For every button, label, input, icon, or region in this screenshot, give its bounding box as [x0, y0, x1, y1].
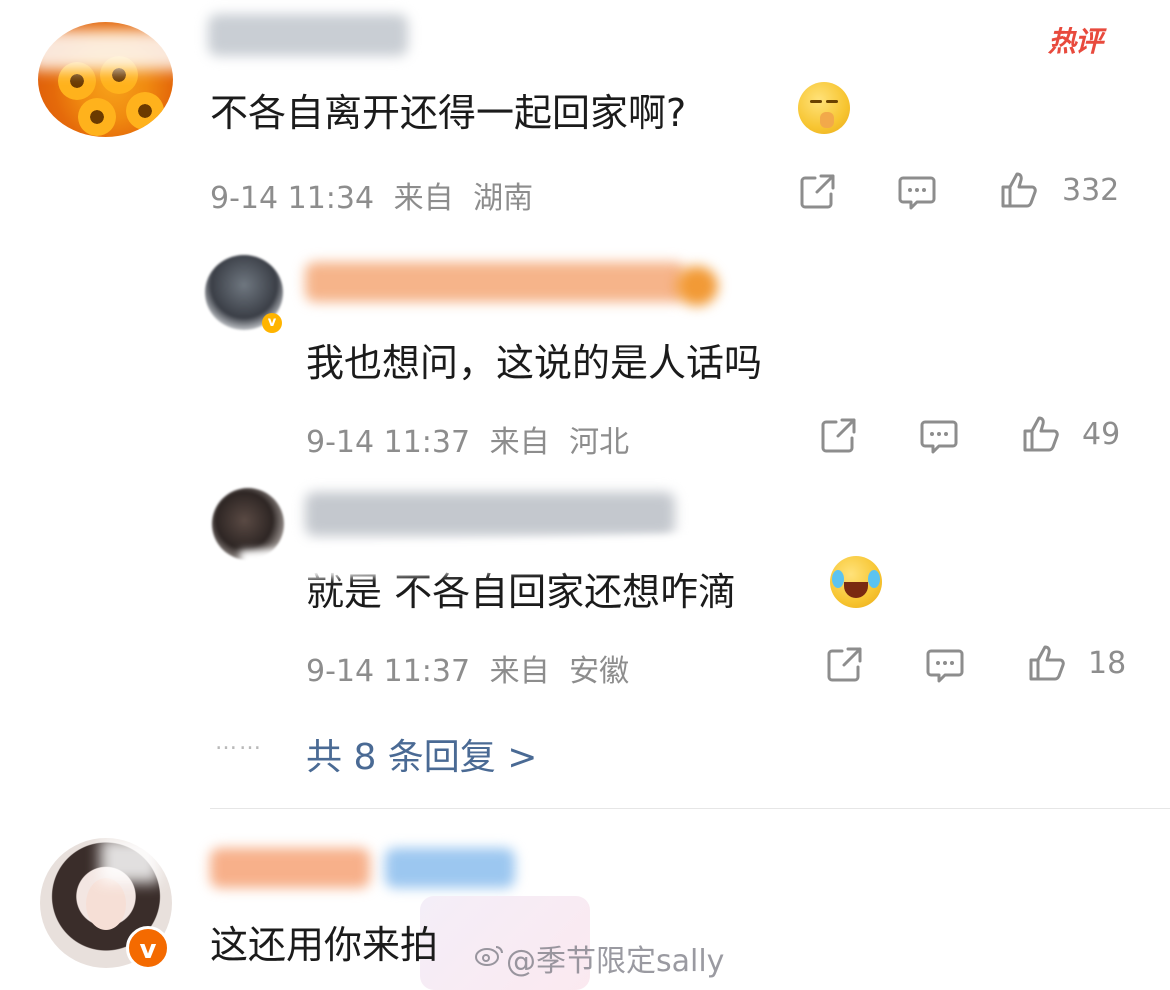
like-count: 18 [1088, 646, 1127, 681]
username-blurred[interactable] [210, 848, 370, 888]
reply-location: 安徽 [569, 654, 630, 689]
replies-ellipsis: …… [215, 730, 263, 755]
laugh-cry-emoji-icon [830, 556, 882, 608]
share-icon[interactable] [823, 645, 865, 685]
username-blurred[interactable] [208, 14, 408, 56]
watermark: @季节限定sally [506, 944, 725, 979]
reply-time: 9-14 11:37 [306, 654, 471, 689]
divider [210, 808, 1170, 809]
like-icon[interactable] [1026, 643, 1068, 683]
share-icon[interactable] [817, 416, 859, 456]
comment-meta: 9-14 11:34 来自 湖南 [210, 173, 533, 217]
reply-text: 我也想问，这说的是人话吗 [306, 341, 763, 385]
shush-emoji-icon [798, 82, 850, 134]
view-all-replies-link[interactable]: 共 8 条回复 > [306, 728, 537, 780]
from-label: 来自 [489, 654, 550, 689]
reply-icon[interactable] [896, 172, 938, 212]
reply-time: 9-14 11:37 [306, 425, 471, 460]
reply-meta: 9-14 11:37 来自 河北 [306, 417, 629, 461]
comment-text: 这还用你来拍 [210, 923, 439, 967]
username-blurred[interactable] [305, 492, 675, 536]
from-label: 来自 [489, 425, 550, 460]
verified-icon: v [126, 926, 170, 970]
like-icon[interactable] [1020, 414, 1062, 454]
from-label: 来自 [393, 181, 454, 216]
hot-comment-badge: 热评 [1048, 25, 1103, 58]
verified-icon: v [262, 313, 282, 333]
comment-time: 9-14 11:34 [210, 181, 375, 216]
reply-location: 河北 [569, 425, 630, 460]
username-blurred[interactable] [305, 262, 685, 302]
member-badge-icon [676, 266, 718, 306]
member-badge-icon [385, 848, 515, 888]
reply-icon[interactable] [918, 416, 960, 456]
like-count: 332 [1062, 173, 1120, 208]
weibo-logo-icon [475, 946, 503, 966]
share-icon[interactable] [796, 172, 838, 212]
like-count: 49 [1082, 417, 1121, 452]
like-icon[interactable] [998, 170, 1040, 210]
comment-location: 湖南 [473, 181, 534, 216]
reply-icon[interactable] [924, 645, 966, 685]
reply-meta: 9-14 11:37 来自 安徽 [306, 646, 629, 690]
comment-text: 不各自离开还得一起回家啊? [210, 91, 687, 135]
